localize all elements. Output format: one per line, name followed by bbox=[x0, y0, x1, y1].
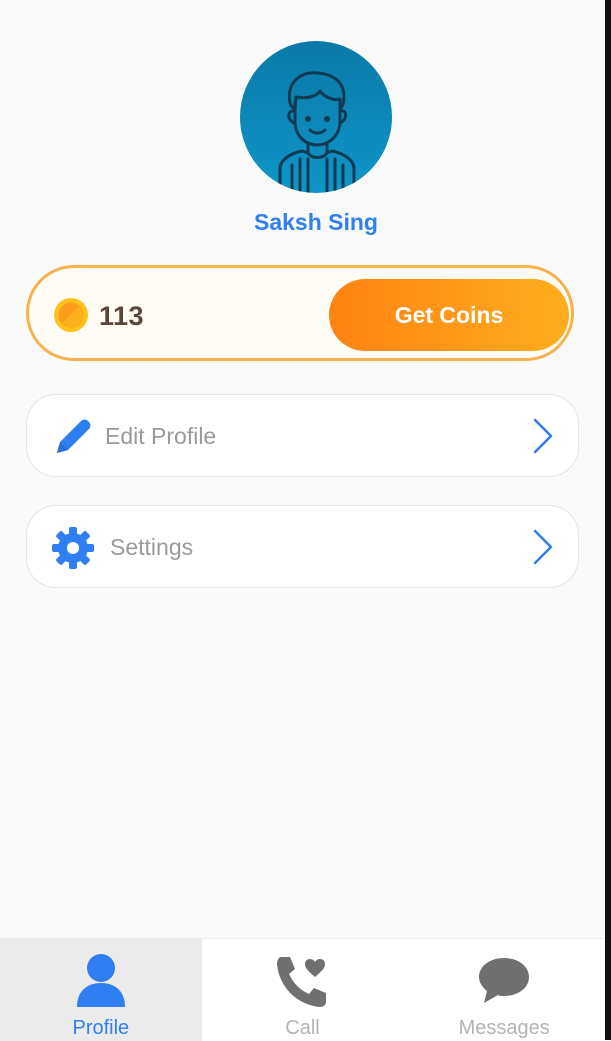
settings-label: Settings bbox=[110, 534, 194, 560]
tab-profile[interactable]: Profile bbox=[0, 939, 202, 1041]
chevron-right-icon bbox=[532, 417, 554, 455]
screen-edge bbox=[605, 0, 611, 1040]
profile-screen: Saksh Sing 113 Get Coins Edit Profile Se… bbox=[0, 0, 605, 1041]
tab-messages[interactable]: Messages bbox=[403, 939, 605, 1041]
tab-profile-label: Profile bbox=[72, 1017, 130, 1039]
gear-icon bbox=[51, 526, 95, 570]
chat-bubble-icon bbox=[474, 953, 534, 1009]
pencil-icon bbox=[51, 415, 95, 459]
settings-item[interactable]: Settings bbox=[26, 505, 579, 588]
phone-heart-icon bbox=[273, 953, 333, 1009]
coin-balance-card: 113 Get Coins bbox=[26, 265, 574, 361]
coin-icon bbox=[53, 297, 89, 333]
edit-profile-item[interactable]: Edit Profile bbox=[26, 394, 579, 477]
bottom-tab-bar: Profile Call Messages bbox=[0, 938, 605, 1041]
chevron-right-icon bbox=[532, 528, 554, 566]
get-coins-button[interactable]: Get Coins bbox=[329, 279, 569, 351]
person-icon bbox=[71, 953, 131, 1009]
edit-profile-label: Edit Profile bbox=[105, 423, 217, 449]
coin-count: 113 bbox=[99, 301, 145, 331]
tab-call-label: Call bbox=[285, 1017, 320, 1039]
user-avatar-icon[interactable] bbox=[240, 41, 392, 193]
tab-messages-label: Messages bbox=[458, 1017, 550, 1039]
profile-name: Saksh Sing bbox=[254, 209, 378, 235]
tab-call[interactable]: Call bbox=[202, 939, 404, 1041]
